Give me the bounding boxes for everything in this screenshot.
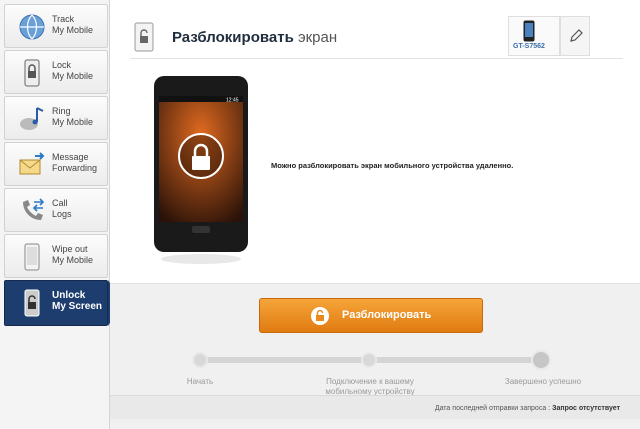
step-dot-done [531,350,551,370]
sidebar-item-call-logs[interactable]: Call Logs [4,188,108,232]
status-bar: Дата последней отправки запроса : Запрос… [110,395,640,419]
phone-arrows-icon [23,198,45,220]
lock-phone-icon [24,59,40,87]
envelope-icon [19,152,45,175]
step-dot-connect [361,352,377,368]
sidebar-item-label: Track My Mobile [52,14,94,35]
main-panel: Разблокировать экран GT-S7562 12:45 Можн… [110,0,640,429]
pencil-icon [570,29,583,42]
sidebar-item-ring[interactable]: Ring My Mobile [4,96,108,140]
phone-icon [523,20,535,42]
sidebar-item-track[interactable]: Track My Mobile [4,4,108,48]
sidebar-item-wipe[interactable]: Wipe out My Mobile [4,234,108,278]
status-value: Запрос отсутствует [552,405,620,412]
globe-icon [19,14,45,40]
music-note-icon [20,107,44,130]
sidebar-item-label: Unlock My Screen [52,290,103,312]
sidebar-item-lock[interactable]: Lock My Mobile [4,50,108,94]
unlock-phone-icon [134,22,154,52]
description-text: Можно разблокировать экран мобильного ус… [271,161,514,170]
phone-clock: 12:45 [226,98,239,104]
device-model: GT-S7562 [513,43,545,50]
divider [130,58,623,59]
sidebar: Track My Mobile Lock My Mobile Ring My M… [0,0,122,429]
unlock-button[interactable]: Разблокировать [259,298,483,333]
sidebar-item-label: Wipe out My Mobile [52,244,94,265]
eraser-icon [24,243,40,271]
step-label-done: Завершено успешно [504,377,582,386]
sidebar-item-label: Ring My Mobile [52,106,94,127]
page-title: Разблокировать экран [172,29,338,46]
step-label-connect: Подключение к вашему мобильному устройст… [325,377,415,396]
step-dot-start [192,352,208,368]
sidebar-item-unlock[interactable]: Unlock My Screen [4,280,108,326]
phone-image: 12:45 [154,76,248,264]
unlock-phone-icon [24,289,40,317]
edit-device-button[interactable] [560,16,590,56]
phone-illustration: 12:45 [154,76,250,266]
sidebar-item-label: Lock My Mobile [52,60,94,81]
sidebar-item-label: Call Logs [52,198,72,219]
unlock-button-label: Разблокировать [342,309,432,321]
status-text: Дата последней отправки запроса : Запрос… [434,405,620,412]
device-selector[interactable]: GT-S7562 [508,16,560,56]
unlock-icon [311,307,329,325]
sidebar-item-label: Message Forwarding [52,152,98,173]
step-label-start: Начать [186,377,214,386]
sidebar-item-message[interactable]: Message Forwarding [4,142,108,186]
